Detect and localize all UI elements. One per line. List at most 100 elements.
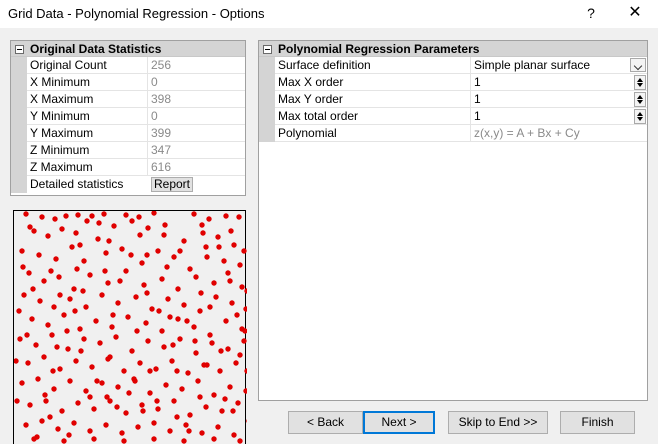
max-x-order-row: Max X order 1 bbox=[259, 74, 647, 91]
data-point bbox=[200, 230, 206, 236]
surface-definition-select[interactable]: Simple planar surface bbox=[470, 57, 648, 74]
data-point bbox=[181, 238, 187, 244]
data-point bbox=[51, 304, 57, 310]
max-y-order-field[interactable]: 1 bbox=[470, 91, 648, 108]
original-data-statistics-panel: Original Data Statistics Original Count … bbox=[10, 40, 246, 196]
stat-label: Z Maximum bbox=[30, 160, 93, 174]
spinner-icon[interactable] bbox=[634, 109, 646, 124]
data-point bbox=[165, 296, 171, 302]
data-point bbox=[177, 336, 183, 342]
data-point bbox=[211, 436, 217, 442]
chevron-down-icon[interactable] bbox=[630, 58, 646, 72]
data-point bbox=[132, 378, 138, 384]
data-point bbox=[81, 336, 87, 342]
max-total-order-field[interactable]: 1 bbox=[470, 108, 648, 125]
data-point bbox=[246, 418, 252, 424]
data-point bbox=[149, 306, 155, 312]
data-point bbox=[139, 260, 145, 266]
data-point bbox=[19, 380, 25, 386]
stat-row-x-minimum: X Minimum 0 bbox=[11, 74, 245, 91]
data-point bbox=[19, 248, 25, 254]
data-point bbox=[63, 213, 69, 219]
data-point bbox=[243, 306, 249, 312]
spinner-icon[interactable] bbox=[634, 92, 646, 107]
skip-to-end-button[interactable]: Skip to End >> bbox=[448, 411, 548, 434]
data-point bbox=[23, 422, 29, 428]
data-point bbox=[83, 304, 89, 310]
stat-value: 256 bbox=[147, 57, 247, 74]
data-point bbox=[50, 368, 56, 374]
collapse-icon[interactable] bbox=[263, 45, 272, 54]
data-point bbox=[125, 314, 131, 320]
help-button[interactable]: ? bbox=[576, 0, 606, 28]
finish-button[interactable]: Finish bbox=[560, 411, 635, 434]
data-point bbox=[181, 438, 187, 444]
data-point bbox=[241, 248, 247, 254]
data-point bbox=[154, 398, 160, 404]
data-point bbox=[91, 436, 97, 442]
data-point bbox=[221, 258, 227, 264]
data-point bbox=[99, 292, 105, 298]
next-button[interactable]: Next > bbox=[363, 411, 435, 434]
close-button[interactable]: ✕ bbox=[620, 0, 650, 28]
data-point bbox=[222, 396, 228, 402]
collapse-icon[interactable] bbox=[15, 45, 24, 54]
data-point bbox=[61, 438, 67, 444]
data-point bbox=[27, 402, 33, 408]
data-point bbox=[144, 290, 150, 296]
surface-definition-row: Surface definition Simple planar surface bbox=[259, 57, 647, 74]
max-total-order-label: Max total order bbox=[278, 109, 359, 123]
data-point bbox=[53, 256, 59, 262]
data-point bbox=[211, 280, 217, 286]
data-point bbox=[198, 290, 204, 296]
data-point bbox=[23, 211, 29, 217]
data-point bbox=[73, 230, 79, 236]
stat-value: 399 bbox=[147, 125, 247, 142]
data-point bbox=[211, 392, 217, 398]
data-point bbox=[197, 308, 203, 314]
data-point bbox=[103, 422, 109, 428]
data-point bbox=[119, 246, 125, 252]
data-point bbox=[151, 436, 157, 442]
data-point bbox=[59, 408, 65, 414]
data-point bbox=[111, 223, 117, 229]
stat-value: 0 bbox=[147, 108, 247, 125]
data-point bbox=[129, 218, 135, 224]
data-point bbox=[89, 213, 95, 219]
data-point bbox=[114, 404, 120, 410]
data-point bbox=[216, 244, 222, 250]
regression-title: Polynomial Regression Parameters bbox=[278, 42, 480, 56]
data-point bbox=[174, 368, 180, 374]
data-point bbox=[135, 424, 141, 430]
stat-row-original-count: Original Count 256 bbox=[11, 57, 245, 74]
max-y-order-row: Max Y order 1 bbox=[259, 91, 647, 108]
data-point bbox=[191, 324, 197, 330]
stat-row-z-minimum: Z Minimum 347 bbox=[11, 142, 245, 159]
data-point bbox=[95, 236, 101, 242]
data-point bbox=[133, 294, 139, 300]
stat-value: 398 bbox=[147, 91, 247, 108]
data-point bbox=[126, 390, 132, 396]
data-point bbox=[24, 332, 30, 338]
data-point bbox=[227, 278, 233, 284]
data-point bbox=[66, 432, 72, 438]
data-point bbox=[67, 296, 73, 302]
spinner-icon[interactable] bbox=[634, 75, 646, 90]
back-button[interactable]: < Back bbox=[288, 411, 363, 434]
data-point bbox=[225, 270, 231, 276]
report-button[interactable]: Report bbox=[151, 177, 193, 192]
data-point bbox=[213, 294, 219, 300]
data-point bbox=[84, 218, 90, 224]
data-point bbox=[147, 368, 153, 374]
data-point bbox=[167, 428, 173, 434]
data-point bbox=[163, 382, 169, 388]
data-point bbox=[106, 238, 112, 244]
data-point bbox=[147, 390, 153, 396]
data-point bbox=[187, 412, 193, 418]
polynomial-row: Polynomial z(x,y) = A + Bx + Cy bbox=[259, 125, 647, 142]
max-x-order-field[interactable]: 1 bbox=[470, 74, 648, 91]
data-point bbox=[155, 406, 161, 412]
data-point bbox=[14, 398, 20, 404]
max-y-order-label: Max Y order bbox=[278, 92, 343, 106]
data-point bbox=[113, 334, 119, 340]
